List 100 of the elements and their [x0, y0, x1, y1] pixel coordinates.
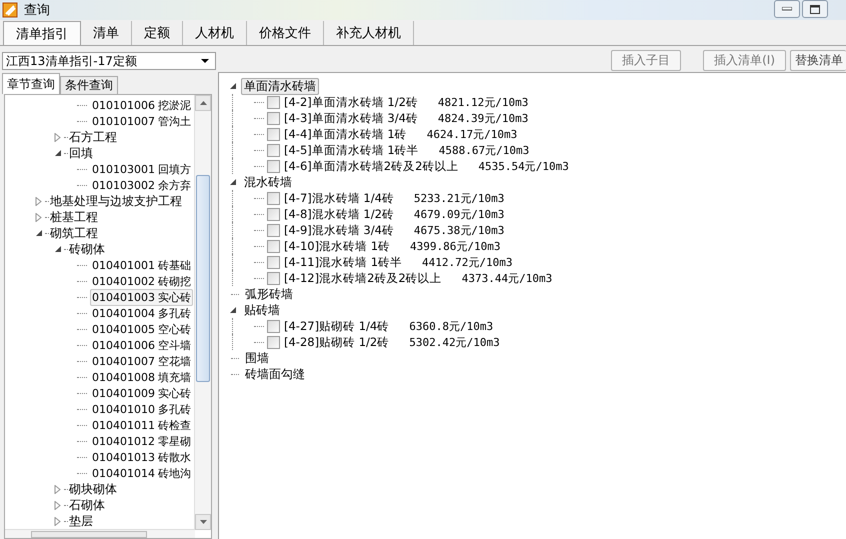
- tree-item[interactable]: 010101006 挖淤泥: [90, 97, 193, 114]
- checkbox[interactable]: [267, 96, 280, 108]
- unit-price: 4373.44元/10m3: [462, 270, 552, 286]
- quota-item[interactable]: [4-27]贴砌砖 1/4砖: [284, 318, 390, 334]
- checkbox[interactable]: [267, 144, 280, 156]
- tree-item[interactable]: 010401006 空斗墙: [90, 336, 193, 354]
- tree-node[interactable]: 弧形砖墙: [242, 286, 296, 302]
- quota-item[interactable]: [4-6]单面清水砖墙2砖及2砖以上: [284, 158, 458, 174]
- tree-node[interactable]: 回填: [69, 144, 93, 162]
- checkbox[interactable]: [267, 112, 280, 124]
- tree-node[interactable]: 垫层: [69, 512, 93, 529]
- collapsed-triangle-icon[interactable]: [54, 516, 62, 526]
- collapsed-triangle-icon[interactable]: [54, 500, 62, 510]
- unit-price: 4535.54元/10m3: [478, 158, 569, 174]
- collapsed-triangle-icon[interactable]: [54, 132, 62, 142]
- tree-node[interactable]: 砖砌体: [69, 240, 105, 258]
- scrollbar-thumb[interactable]: [196, 175, 210, 382]
- vertical-scrollbar[interactable]: [194, 95, 211, 530]
- toolbar-button[interactable]: 插入清单(I): [703, 50, 786, 70]
- tree-item[interactable]: 010401011 砖检查: [90, 416, 193, 434]
- scrollbar-thumb[interactable]: [31, 531, 147, 538]
- expanded-triangle-icon[interactable]: [229, 178, 237, 186]
- tree-item[interactable]: 010401009 实心砖: [90, 384, 193, 402]
- collapsed-triangle-icon[interactable]: [54, 484, 62, 494]
- minimize-button[interactable]: [774, 0, 800, 18]
- tab[interactable]: 章节查询: [2, 73, 60, 94]
- quota-item[interactable]: [4-5]单面清水砖墙 1砖半: [284, 142, 419, 158]
- quota-item[interactable]: [4-2]单面清水砖墙 1/2砖: [284, 94, 418, 110]
- horizontal-scrollbar[interactable]: [5, 529, 195, 538]
- expanded-triangle-icon[interactable]: [35, 229, 43, 237]
- quota-item[interactable]: [4-3]单面清水砖墙 3/4砖: [284, 110, 418, 126]
- tree-node[interactable]: 石砌体: [69, 496, 105, 514]
- quota-item[interactable]: [4-9]混水砖墙 3/4砖: [284, 222, 394, 238]
- tree-item[interactable]: 010103002 余方弃: [90, 176, 193, 194]
- tree-item[interactable]: 010401008 填充墙: [90, 368, 193, 386]
- expanded-triangle-icon[interactable]: [229, 306, 237, 314]
- tree-item[interactable]: 010401014 砖地沟: [90, 464, 193, 482]
- unit-price: 4675.38元/10m3: [414, 222, 504, 238]
- quota-item[interactable]: [4-4]单面清水砖墙 1砖: [284, 126, 407, 142]
- tree-node[interactable]: 桩基工程: [50, 208, 98, 226]
- checkbox[interactable]: [267, 192, 280, 204]
- tree-item[interactable]: 010401005 空心砖: [90, 320, 193, 338]
- collapsed-triangle-icon[interactable]: [35, 212, 43, 222]
- unit-price: 4588.67元/10m3: [438, 142, 530, 158]
- tree-node[interactable]: 地基处理与边坡支护工程: [50, 192, 182, 210]
- checkbox[interactable]: [267, 224, 280, 236]
- checkbox[interactable]: [267, 160, 280, 172]
- scroll-up-icon: [200, 101, 206, 105]
- tree-node[interactable]: 砌筑工程: [50, 224, 98, 242]
- quota-item[interactable]: [4-8]混水砖墙 1/2砖: [284, 206, 394, 222]
- tree-node[interactable]: 单面清水砖墙: [241, 78, 319, 94]
- quota-item[interactable]: [4-11]混水砖墙 1砖半: [284, 254, 402, 270]
- expanded-triangle-icon[interactable]: [229, 82, 237, 90]
- tree-item[interactable]: 010401007 空花墙: [90, 352, 193, 370]
- quota-item[interactable]: [4-28]贴砌砖 1/2砖: [284, 334, 390, 350]
- tree-item[interactable]: 010401004 多孔砖: [90, 304, 193, 322]
- dropdown-caret-icon: [201, 59, 209, 63]
- tree-item[interactable]: 010101007 管沟土: [90, 112, 193, 130]
- tree-item[interactable]: 010401001 砖基础: [90, 256, 193, 274]
- toolbar-button[interactable]: 替换清单: [790, 50, 846, 70]
- quota-item[interactable]: [4-10]混水砖墙 1砖: [284, 238, 390, 254]
- unit-price: 4679.09元/10m3: [414, 206, 504, 222]
- unit-price: 5302.42元/10m3: [409, 334, 500, 350]
- toolbar-button[interactable]: 插入子目: [611, 50, 682, 70]
- tree-item[interactable]: 010401003 实心砖: [90, 288, 193, 306]
- collapsed-triangle-icon[interactable]: [35, 196, 43, 206]
- quota-item[interactable]: [4-7]混水砖墙 1/4砖: [284, 190, 394, 206]
- tree-item[interactable]: 010401010 多孔砖: [90, 400, 193, 418]
- checkbox[interactable]: [267, 320, 280, 332]
- tree-node[interactable]: 砌块砌体: [69, 480, 117, 498]
- tree-item[interactable]: 010401013 砖散水: [90, 448, 193, 466]
- minimize-icon: [782, 7, 792, 11]
- tree-item[interactable]: 010103001 回填方: [90, 160, 193, 178]
- expanded-triangle-icon[interactable]: [54, 149, 62, 157]
- tree-node[interactable]: 砖墙面勾缝: [242, 366, 308, 382]
- library-dropdown[interactable]: 江西13清单指引-17定额: [2, 52, 216, 70]
- unit-price: 4412.72元/10m3: [422, 254, 513, 270]
- unit-price: 4624.17元/10m3: [426, 126, 518, 142]
- expanded-triangle-icon[interactable]: [54, 245, 62, 253]
- window-title: 查询: [24, 2, 50, 19]
- tree-item[interactable]: 010401012 零星砌: [90, 432, 193, 450]
- checkbox[interactable]: [267, 240, 280, 252]
- checkbox[interactable]: [267, 128, 280, 140]
- checkbox[interactable]: [267, 256, 280, 268]
- tree-item[interactable]: 010401002 砖砌挖: [90, 272, 193, 290]
- checkbox[interactable]: [267, 336, 280, 348]
- tree-node[interactable]: 围墙: [242, 350, 272, 366]
- tree-node[interactable]: 石方工程: [69, 128, 117, 146]
- checkbox[interactable]: [267, 208, 280, 220]
- tab[interactable]: 条件查询: [60, 76, 118, 94]
- unit-price: 5233.21元/10m3: [414, 190, 504, 206]
- tree-node[interactable]: 混水砖墙: [241, 174, 295, 190]
- quota-item[interactable]: [4-12]混水砖墙2砖及2砖以上: [284, 270, 442, 286]
- maximize-button[interactable]: [802, 0, 828, 18]
- tree-node[interactable]: 贴砖墙: [241, 302, 283, 318]
- maximize-icon: [810, 4, 820, 14]
- checkbox[interactable]: [267, 272, 280, 284]
- unit-price: 6360.8元/10m3: [409, 318, 494, 334]
- tab[interactable]: 清单指引: [3, 21, 81, 45]
- scroll-down-icon: [200, 520, 206, 524]
